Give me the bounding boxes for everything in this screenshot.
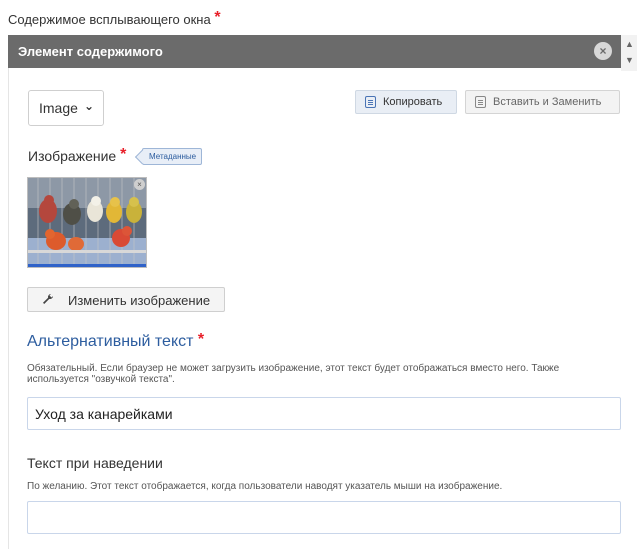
- hover-text-input[interactable]: [27, 501, 621, 534]
- canaries-photo: [28, 178, 146, 267]
- alt-text-help: Обязательный. Если браузер не может загр…: [27, 363, 560, 385]
- close-icon[interactable]: ×: [594, 42, 612, 60]
- hover-text-title: Текст при наведении: [27, 455, 163, 471]
- metadata-badge[interactable]: Метаданные: [142, 148, 203, 165]
- image-thumbnail[interactable]: [27, 177, 147, 268]
- chevron-down-icon: ⌄: [83, 99, 94, 113]
- paste-replace-label: Вставить и Заменить: [493, 96, 602, 108]
- scroll-down-icon[interactable]: ▼: [625, 56, 634, 65]
- alt-text-input[interactable]: Уход за канарейками: [27, 397, 621, 430]
- popup-content-title-text: Содержимое всплывающего окна: [8, 12, 211, 27]
- change-image-label: Изменить изображение: [68, 293, 211, 308]
- content-element-title: Элемент содержимого: [18, 44, 163, 59]
- wrench-icon: [42, 293, 54, 308]
- paste-icon: [475, 96, 486, 108]
- required-mark: *: [197, 331, 205, 348]
- content-element-header[interactable]: Элемент содержимого: [8, 35, 621, 68]
- paste-replace-button[interactable]: Вставить и Заменить: [465, 90, 620, 114]
- alt-text-title: Альтернативный текст *: [27, 331, 205, 351]
- image-field-label: Изображение *: [28, 146, 127, 166]
- required-mark: *: [120, 146, 127, 163]
- popup-content-title: Содержимое всплывающего окна *: [8, 9, 221, 29]
- scroll-up-icon[interactable]: ▲: [625, 40, 634, 49]
- change-image-button[interactable]: Изменить изображение: [27, 287, 225, 312]
- copy-icon: [365, 96, 376, 108]
- content-type-value: Image: [39, 100, 78, 116]
- image-label-text: Изображение: [28, 148, 117, 164]
- copy-button[interactable]: Копировать: [355, 90, 457, 114]
- copy-label: Копировать: [383, 96, 443, 108]
- content-type-select[interactable]: Image ⌄: [28, 90, 104, 126]
- required-mark: *: [214, 9, 221, 26]
- alt-text-title-text: Альтернативный текст: [27, 333, 194, 350]
- remove-image-icon[interactable]: ×: [134, 179, 145, 190]
- hover-text-help: По желанию. Этот текст отображается, ког…: [27, 481, 503, 492]
